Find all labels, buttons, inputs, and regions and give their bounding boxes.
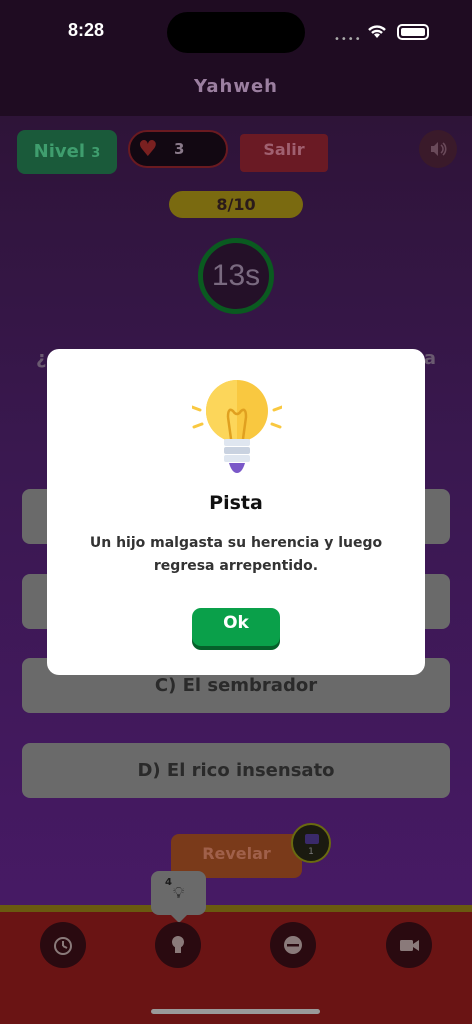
hint-dialog: Pista Un hijo malgasta su herencia y lue… [47, 349, 425, 675]
lightbulb-icon [192, 380, 282, 473]
ok-button[interactable]: Ok [192, 608, 280, 646]
game-screen: 8:28 •••• Yahweh Nivel 3 ♥ 3 Salir 8/10 … [0, 0, 472, 1024]
modal-overlay[interactable]: Pista Un hijo malgasta su herencia y lue… [0, 0, 472, 1024]
dialog-title: Pista [209, 492, 263, 514]
dialog-message: Un hijo malgasta su herencia y luego reg… [89, 535, 383, 574]
